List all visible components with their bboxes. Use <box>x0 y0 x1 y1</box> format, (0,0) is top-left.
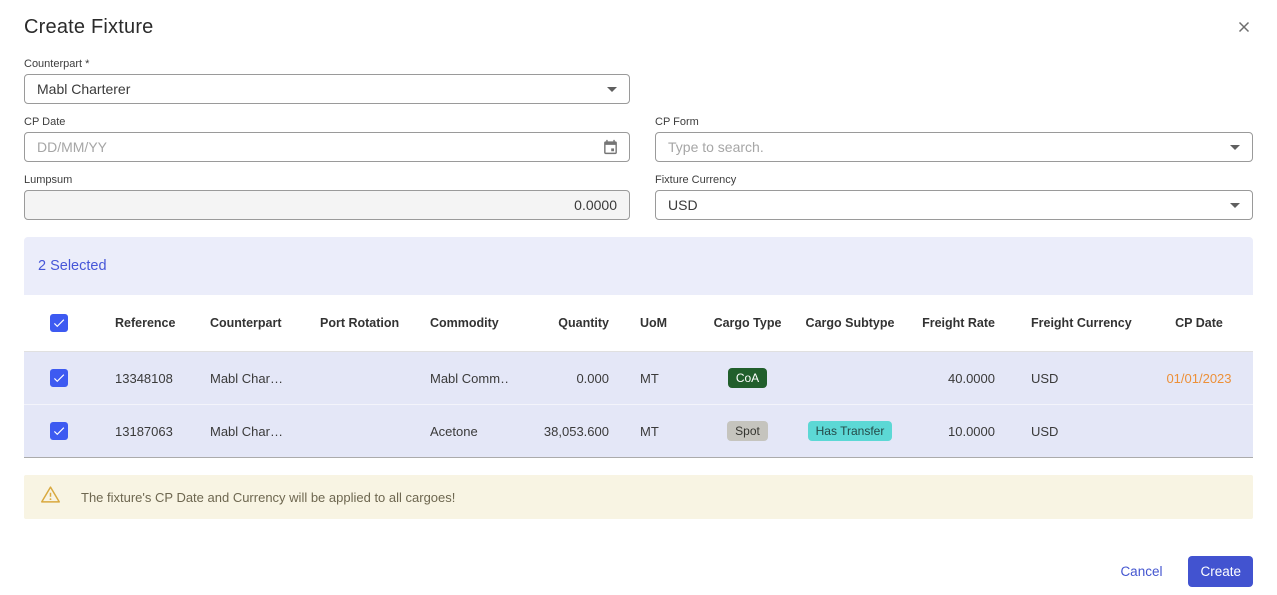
table-row[interactable]: 13348108 Mabl Char… Mabl Comm… 0.000 MT … <box>24 352 1253 405</box>
cell-quantity: 38,053.600 <box>543 423 609 439</box>
selected-count: 2 Selected <box>38 258 107 274</box>
lumpsum-value: 0.0000 <box>574 197 617 213</box>
create-button[interactable]: Create <box>1188 556 1253 587</box>
cell-reference: 13187063 <box>115 423 173 439</box>
counterpart-field: Counterpart * Mabl Charterer <box>24 58 630 104</box>
column-header-cargo-type: Cargo Type <box>713 316 782 330</box>
cp-form-select[interactable]: Type to search. <box>655 132 1253 162</box>
cell-uom: MT <box>640 370 659 386</box>
close-icon <box>1235 21 1253 39</box>
cp-date-input[interactable] <box>24 132 630 162</box>
warning-message: The fixture's CP Date and Currency will … <box>81 489 456 505</box>
lumpsum-field: Lumpsum 0.0000 <box>24 174 630 220</box>
cp-form-placeholder: Type to search. <box>668 139 764 155</box>
warning-icon <box>40 484 61 510</box>
cell-commodity: Mabl Comm… <box>430 370 510 386</box>
cell-counterpart: Mabl Char… <box>210 370 283 386</box>
fixture-form: Counterpart * Mabl Charterer CP Date CP … <box>24 58 1253 220</box>
counterpart-select[interactable]: Mabl Charterer <box>24 74 630 104</box>
chevron-down-icon <box>1230 202 1240 208</box>
row-checkbox[interactable] <box>50 368 68 387</box>
cell-uom: MT <box>640 423 659 439</box>
dialog-actions: Cancel Create <box>1116 556 1253 587</box>
cell-freight-rate: 10.0000 <box>948 423 995 439</box>
select-all-checkbox[interactable] <box>50 313 68 332</box>
column-header-port-rotation: Port Rotation <box>320 316 400 330</box>
row-checkbox[interactable] <box>50 421 68 440</box>
column-header-freight-rate: Freight Rate <box>922 316 995 330</box>
cell-freight-rate: 40.0000 <box>948 370 995 386</box>
counterpart-value: Mabl Charterer <box>37 81 131 97</box>
calendar-button[interactable] <box>600 137 621 158</box>
column-header-uom: UoM <box>640 316 668 330</box>
table-header-row: Reference Counterpart Port Rotation Comm… <box>24 295 1253 352</box>
cp-date-label: CP Date <box>24 116 66 128</box>
cargo-type-badge: Spot <box>727 421 768 441</box>
cp-form-field: CP Form Type to search. <box>655 116 1253 162</box>
cell-freight-currency: USD <box>1031 370 1059 386</box>
cell-cp-date: 01/01/2023 <box>1166 370 1232 386</box>
column-header-reference: Reference <box>115 316 176 330</box>
table-row[interactable]: 13187063 Mabl Char… Acetone 38,053.600 M… <box>24 405 1253 458</box>
cell-commodity: Acetone <box>430 423 478 439</box>
fixture-currency-label: Fixture Currency <box>655 174 737 186</box>
cp-date-field: CP Date <box>24 116 630 162</box>
lumpsum-label: Lumpsum <box>24 174 73 186</box>
cancel-button[interactable]: Cancel <box>1116 558 1166 585</box>
cargo-type-badge: CoA <box>727 368 768 388</box>
create-fixture-dialog: Create Fixture Counterpart * Mabl Charte… <box>0 0 1277 595</box>
selected-count-bar: 2 Selected <box>24 237 1253 295</box>
counterpart-label: Counterpart * <box>24 58 90 70</box>
column-header-commodity: Commodity <box>430 316 499 330</box>
column-header-cp-date: CP Date <box>1175 316 1223 330</box>
fixture-currency-select[interactable]: USD <box>655 190 1253 220</box>
calendar-icon <box>602 139 619 159</box>
cell-freight-currency: USD <box>1031 423 1059 439</box>
form-grid-spacer <box>655 58 1253 104</box>
fixture-currency-value: USD <box>668 197 698 213</box>
column-header-quantity: Quantity <box>558 316 609 330</box>
cell-counterpart: Mabl Char… <box>210 423 283 439</box>
cp-form-label: CP Form <box>655 116 699 128</box>
column-header-counterpart: Counterpart <box>210 316 282 330</box>
chevron-down-icon <box>607 86 617 92</box>
chevron-down-icon <box>1230 144 1240 150</box>
cell-quantity: 0.000 <box>576 370 609 386</box>
dialog-header: Create Fixture <box>24 16 1253 40</box>
close-button[interactable] <box>1231 14 1257 40</box>
column-header-cargo-subtype: Cargo Subtype <box>805 316 895 330</box>
cargo-subtype-badge: Has Transfer <box>807 421 893 441</box>
warning-banner: The fixture's CP Date and Currency will … <box>24 475 1253 519</box>
fixture-currency-field: Fixture Currency USD <box>655 174 1253 220</box>
lumpsum-input: 0.0000 <box>24 190 630 220</box>
cargo-table: 2 Selected Reference Counterpart Port Ro… <box>24 237 1253 458</box>
column-header-freight-currency: Freight Currency <box>1031 316 1132 330</box>
page-title: Create Fixture <box>24 16 154 38</box>
cell-reference: 13348108 <box>115 370 173 386</box>
